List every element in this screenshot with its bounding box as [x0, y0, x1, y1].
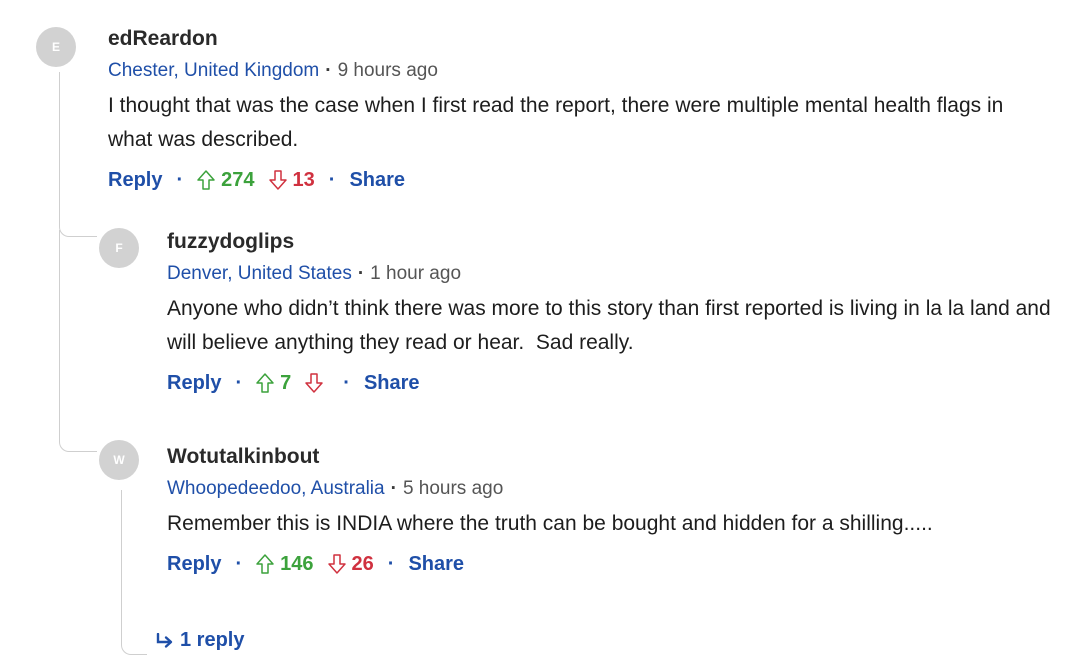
thread-line-wotutalkinbout: [121, 490, 147, 655]
comment-actions: Reply · 146 26 · Share: [167, 549, 1067, 579]
replies-count-label: 1 reply: [180, 629, 245, 651]
upvote-count: 146: [280, 553, 314, 575]
comment-actions: Reply · 7 · Share: [167, 368, 1067, 398]
comment-timestamp: 1 hour ago: [370, 263, 462, 284]
actions-separator: ·: [176, 169, 184, 191]
meta-separator: ·: [390, 478, 397, 499]
comment-author[interactable]: Wotutalkinbout: [167, 444, 1067, 470]
view-replies-link[interactable]: 1 reply: [156, 629, 244, 652]
share-button[interactable]: Share: [364, 368, 420, 398]
avatar-letter: W: [113, 453, 125, 467]
comment-body: Anyone who didn’t think there was more t…: [167, 297, 1057, 354]
comment-location[interactable]: Chester, United Kingdom: [108, 60, 319, 81]
downvote-button[interactable]: [305, 373, 329, 393]
comment-author[interactable]: fuzzydoglips: [167, 229, 1067, 255]
avatar[interactable]: F: [99, 228, 139, 268]
arrow-down-icon: [327, 554, 346, 574]
upvote-count: 274: [221, 169, 255, 191]
thread-line-edreardon: [59, 72, 97, 237]
comment-actions: Reply · 274 13 · Share: [108, 165, 1048, 195]
comment-edreardon: edReardon Chester, United Kingdom · 9 hour…: [108, 26, 1048, 195]
arrow-up-icon: [256, 373, 274, 393]
arrow-up-icon: [256, 554, 274, 574]
actions-separator: ·: [387, 553, 395, 575]
avatar-letter: F: [115, 241, 123, 255]
downvote-count: 13: [292, 169, 315, 191]
reply-button[interactable]: Reply: [108, 165, 162, 195]
arrow-up-icon: [197, 170, 215, 190]
actions-separator: ·: [328, 169, 336, 191]
upvote-button[interactable]: 7: [256, 368, 291, 398]
arrow-down-icon: [305, 373, 324, 393]
comment-fuzzydoglips: fuzzydoglips Denver, United States · 1 hou…: [167, 229, 1067, 398]
avatar-letter: E: [51, 40, 60, 54]
comment-body: I thought that was the case when I first…: [108, 94, 1004, 151]
meta-separator: ·: [325, 60, 332, 81]
meta-separator: ·: [357, 263, 365, 284]
comment-meta: Whoopedeedoo, Australia · 5 hours ago: [167, 476, 1067, 502]
avatar[interactable]: E: [36, 27, 76, 67]
reply-button[interactable]: Reply: [167, 368, 221, 398]
comment-location[interactable]: Denver, United States: [167, 263, 352, 284]
downvote-button[interactable]: 13: [268, 165, 315, 195]
share-button[interactable]: Share: [408, 549, 464, 579]
upvote-button[interactable]: 146: [256, 549, 314, 579]
reply-arrow-icon: [156, 632, 173, 648]
avatar[interactable]: W: [99, 440, 139, 480]
share-button[interactable]: Share: [349, 165, 405, 195]
comment-location[interactable]: Whoopedeedoo, Australia: [167, 478, 385, 499]
upvote-count: 7: [280, 372, 292, 394]
actions-separator: ·: [343, 372, 350, 394]
comment-timestamp: 9 hours ago: [337, 60, 438, 81]
comment-meta: Chester, United Kingdom · 9 hours ago: [108, 58, 1048, 84]
downvote-count: 26: [351, 553, 374, 575]
upvote-button[interactable]: 274: [197, 165, 255, 195]
downvote-button[interactable]: 26: [327, 549, 374, 579]
arrow-down-icon: [268, 170, 287, 190]
comment-timestamp: 5 hours ago: [402, 478, 504, 499]
thread-line-edreardon-second: [59, 230, 97, 452]
actions-separator: ·: [235, 553, 243, 575]
actions-separator: ·: [235, 372, 243, 394]
comment-wotutalkinbout: Wotutalkinbout Whoopedeedoo, Australia · 5…: [167, 444, 1067, 579]
reply-button[interactable]: Reply: [167, 549, 221, 579]
comment-author[interactable]: edReardon: [108, 26, 1048, 52]
comment-meta: Denver, United States · 1 hour ago: [167, 261, 1067, 287]
comment-body: Remember this is INDIA where the truth c…: [167, 512, 933, 535]
